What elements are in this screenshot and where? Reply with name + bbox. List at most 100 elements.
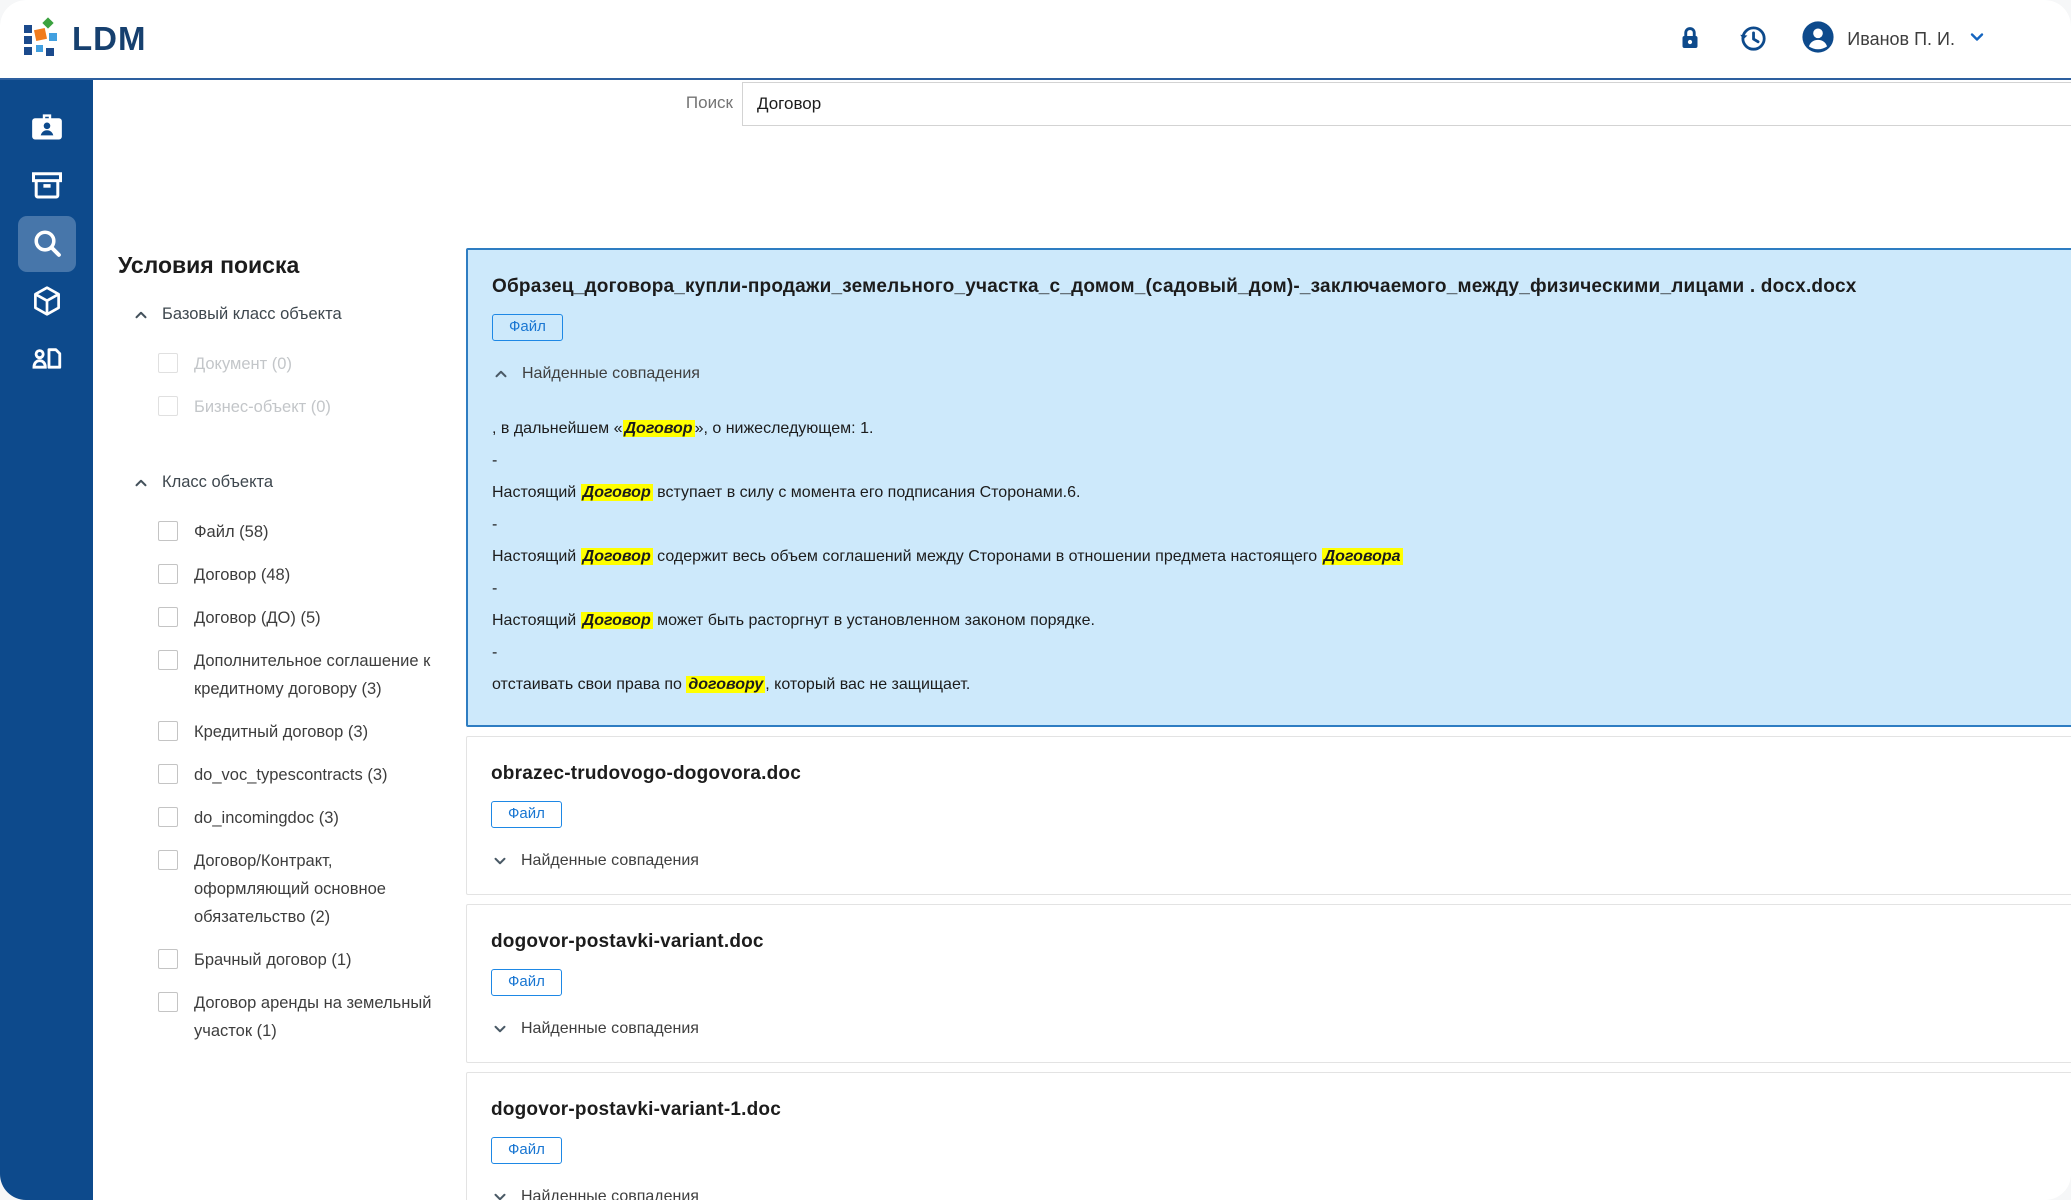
filter-item-label: Документ (0) (194, 350, 292, 378)
history-icon (1737, 22, 1769, 57)
search-results: Образец_договора_купли-продажи_земельног… (466, 248, 2071, 1200)
chevron-up-icon (132, 306, 150, 324)
filter-checkbox-item[interactable]: Файл (58) (118, 518, 463, 546)
filter-checkbox-item[interactable]: Документ (0) (118, 350, 463, 378)
filter-checkbox-item[interactable]: Договор (ДО) (5) (118, 604, 463, 632)
result-title: obrazec-trudovogo-dogovora.doc (491, 763, 2049, 785)
matches-toggle[interactable]: Найденные совпадения (491, 1188, 2049, 1200)
checkbox[interactable] (158, 807, 178, 827)
checkbox[interactable] (158, 764, 178, 784)
filter-section-label: Базовый класс объекта (162, 305, 342, 324)
filter-sections: Базовый класс объекта Документ (0) Бизнес-… (118, 305, 463, 1045)
checkbox[interactable] (158, 564, 178, 584)
match-snippet-line: Настоящий Договор содержит весь объем со… (492, 541, 2048, 573)
filter-section-header[interactable]: Базовый класс объекта (118, 305, 463, 324)
matches-label: Найденные совпадения (521, 1188, 699, 1200)
matches-toggle[interactable]: Найденные совпадения (491, 852, 2049, 870)
checkbox[interactable] (158, 353, 178, 373)
badge-icon (29, 109, 65, 148)
match-snippet-line: - (492, 509, 2048, 541)
result-card[interactable]: Образец_договора_купли-продажи_земельног… (466, 248, 2071, 727)
result-card[interactable]: dogovor-postavki-variant.docФайлНайденны… (466, 904, 2071, 1063)
highlighted-term: Договор (581, 612, 653, 629)
sidebar-item-archive[interactable] (18, 158, 76, 214)
result-title: dogovor-postavki-variant.doc (491, 931, 2049, 953)
filter-checkbox-item[interactable]: Договор (48) (118, 561, 463, 589)
checkbox[interactable] (158, 949, 178, 969)
matches-label: Найденные совпадения (521, 852, 699, 870)
search-input[interactable] (742, 82, 2071, 126)
checkbox[interactable] (158, 850, 178, 870)
filter-item-label: Договор (ДО) (5) (194, 604, 321, 632)
chevron-up-icon (132, 474, 150, 492)
sidebar-item-objects[interactable] (18, 274, 76, 330)
logo-text: LDM (72, 20, 146, 58)
archive-icon (29, 167, 65, 206)
app-window: LDM (0, 0, 2071, 1200)
highlighted-term: Договор (581, 484, 653, 501)
result-card[interactable]: dogovor-postavki-variant-1.docФайлНайден… (466, 1072, 2071, 1200)
search-conditions-panel: Условия поиска Базовый класс объектаДоку… (118, 252, 463, 1097)
lock-icon (1675, 23, 1705, 56)
chevron-up-icon (492, 365, 510, 383)
checkbox[interactable] (158, 521, 178, 541)
filter-section: Класс объекта Файл (58) Договор (48) Догово… (118, 473, 463, 1045)
search-icon (30, 226, 64, 263)
filter-checkbox-item[interactable]: Дополнительное соглашение к кредитному д… (118, 647, 463, 703)
search-row: Поиск (93, 80, 2071, 128)
filter-checkbox-item[interactable]: do_incomingdoc (3) (118, 804, 463, 832)
person-document-icon (30, 342, 64, 379)
filter-item-label: Договор (48) (194, 561, 290, 589)
history-button[interactable] (1737, 22, 1769, 57)
matches-label: Найденные совпадения (521, 1020, 699, 1038)
matches-toggle[interactable]: Найденные совпадения (492, 365, 2048, 383)
filter-item-label: Кредитный договор (3) (194, 718, 368, 746)
filter-item-label: Дополнительное соглашение к кредитному д… (194, 647, 444, 703)
sidebar (0, 80, 93, 1200)
filter-section-label: Класс объекта (162, 473, 273, 492)
search-label: Поиск (93, 93, 733, 113)
user-name: Иванов П. И. (1847, 29, 1955, 50)
match-snippet-line: - (492, 445, 2048, 477)
match-snippet-line: - (492, 637, 2048, 669)
match-snippet-line: Настоящий Договор может быть расторгнут … (492, 605, 2048, 637)
checkbox[interactable] (158, 992, 178, 1012)
ldm-logo[interactable]: LDM (22, 18, 146, 60)
filter-section-header[interactable]: Класс объекта (118, 473, 463, 492)
filter-item-label: Договор аренды на земельный участок (1) (194, 989, 444, 1045)
match-snippets: , в дальнейшем «Договор», о нижеследующе… (492, 413, 2048, 701)
filter-item-label: Бизнес-объект (0) (194, 393, 331, 421)
ldm-logo-icon (22, 18, 60, 60)
highlighted-term: Договор (623, 420, 695, 437)
filter-checkbox-item[interactable]: do_voc_typescontracts (3) (118, 761, 463, 789)
highlighted-term: Договор (581, 548, 653, 565)
filter-section: Базовый класс объекта Документ (0) Бизнес-… (118, 305, 463, 421)
match-snippet-line: Настоящий Договор вступает в силу с моме… (492, 477, 2048, 509)
filter-checkbox-item[interactable]: Бизнес-объект (0) (118, 393, 463, 421)
checkbox[interactable] (158, 650, 178, 670)
filter-checkbox-item[interactable]: Договор/Контракт, оформляющий основное о… (118, 847, 463, 931)
file-type-badge: Файл (491, 1137, 562, 1164)
sidebar-item-search[interactable] (18, 216, 76, 272)
result-card[interactable]: obrazec-trudovogo-dogovora.docФайлНайден… (466, 736, 2071, 895)
match-snippet-line: - (492, 573, 2048, 605)
checkbox[interactable] (158, 721, 178, 741)
filter-item-label: do_voc_typescontracts (3) (194, 761, 388, 789)
avatar (1801, 20, 1835, 59)
chevron-down-icon (491, 1020, 509, 1038)
sidebar-item-contacts[interactable] (18, 332, 76, 388)
matches-toggle[interactable]: Найденные совпадения (491, 1020, 2049, 1038)
main-area: Поиск Условия поиска Базовый класс объек… (93, 80, 2071, 1200)
file-type-badge: Файл (492, 314, 563, 341)
checkbox[interactable] (158, 607, 178, 627)
user-menu[interactable]: Иванов П. И. (1801, 20, 1987, 59)
checkbox[interactable] (158, 396, 178, 416)
filter-checkbox-item[interactable]: Договор аренды на земельный участок (1) (118, 989, 463, 1045)
chevron-down-icon (491, 1188, 509, 1200)
lock-button[interactable] (1675, 23, 1705, 56)
sidebar-item-badge[interactable] (18, 100, 76, 156)
filter-checkbox-item[interactable]: Кредитный договор (3) (118, 718, 463, 746)
filter-checkbox-item[interactable]: Брачный договор (1) (118, 946, 463, 974)
top-bar: LDM (0, 0, 2071, 80)
matches-label: Найденные совпадения (522, 365, 700, 383)
